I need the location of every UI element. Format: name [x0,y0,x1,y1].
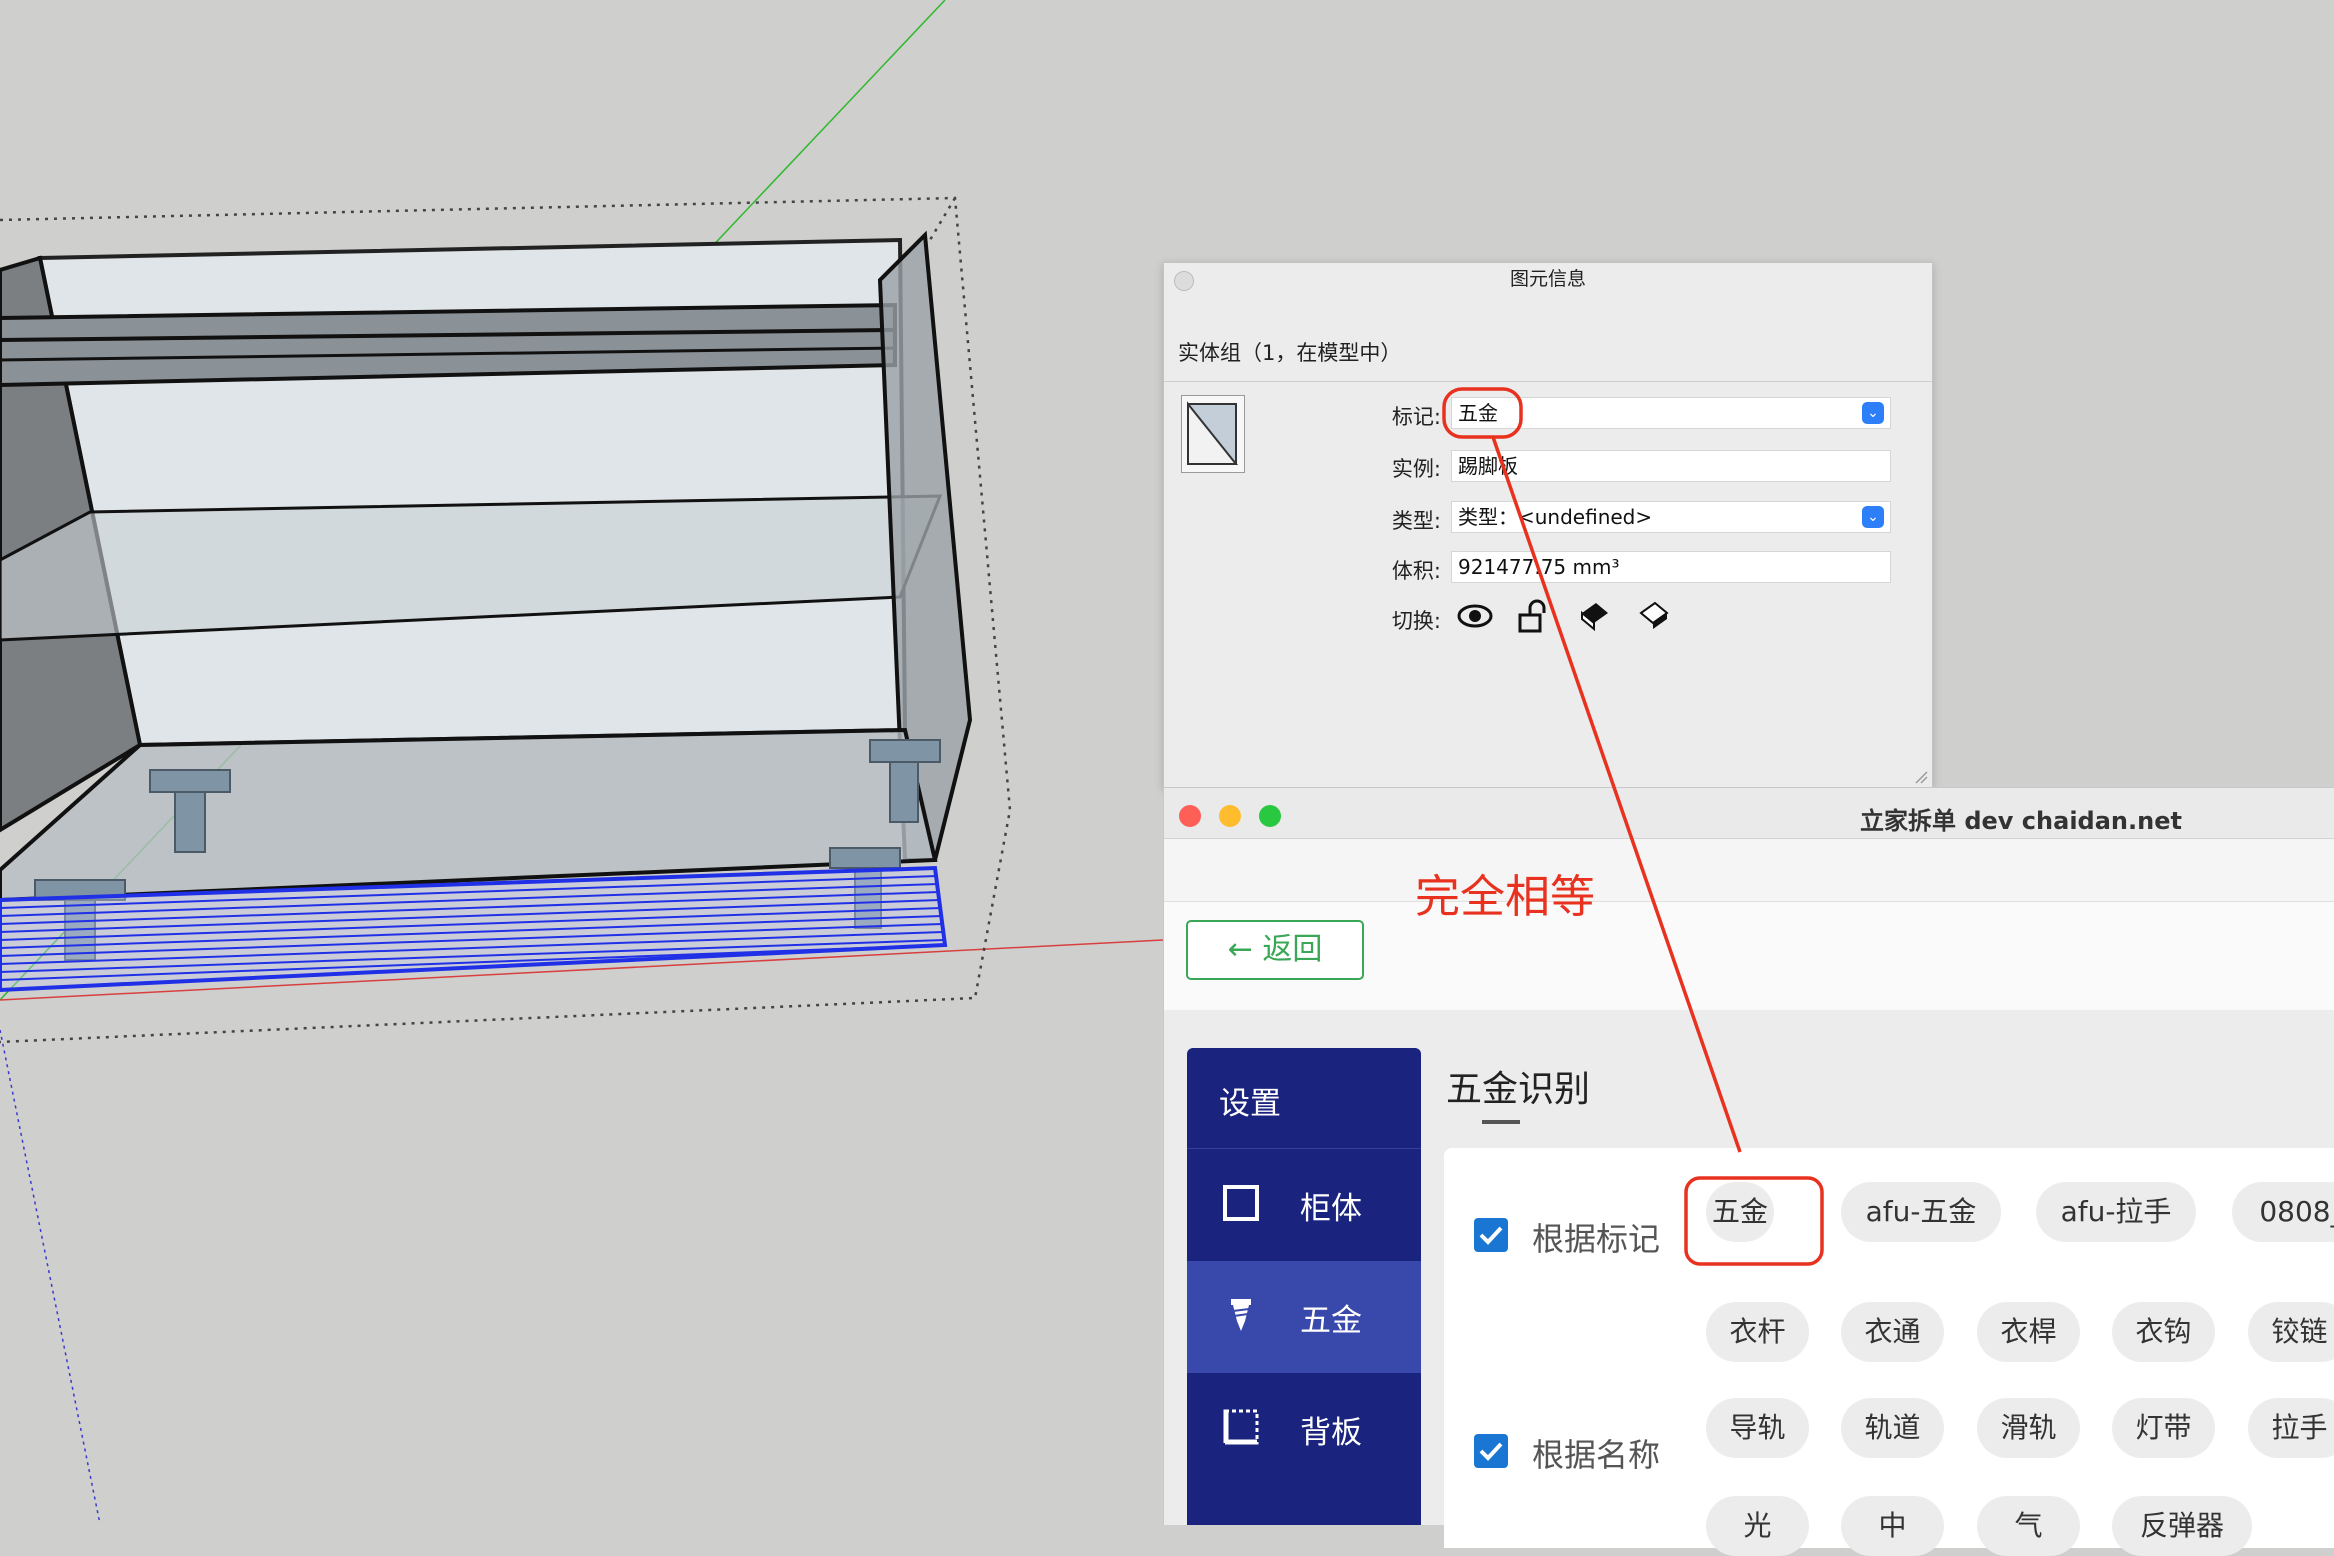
annotation-highlight-tag [1442,387,1523,439]
annotation-text: 完全相等 [1415,870,1596,923]
annotation-overlay [1442,387,1824,1266]
annotation-highlight-chip [1684,1176,1824,1266]
annotation-arrow [1491,436,1742,1153]
